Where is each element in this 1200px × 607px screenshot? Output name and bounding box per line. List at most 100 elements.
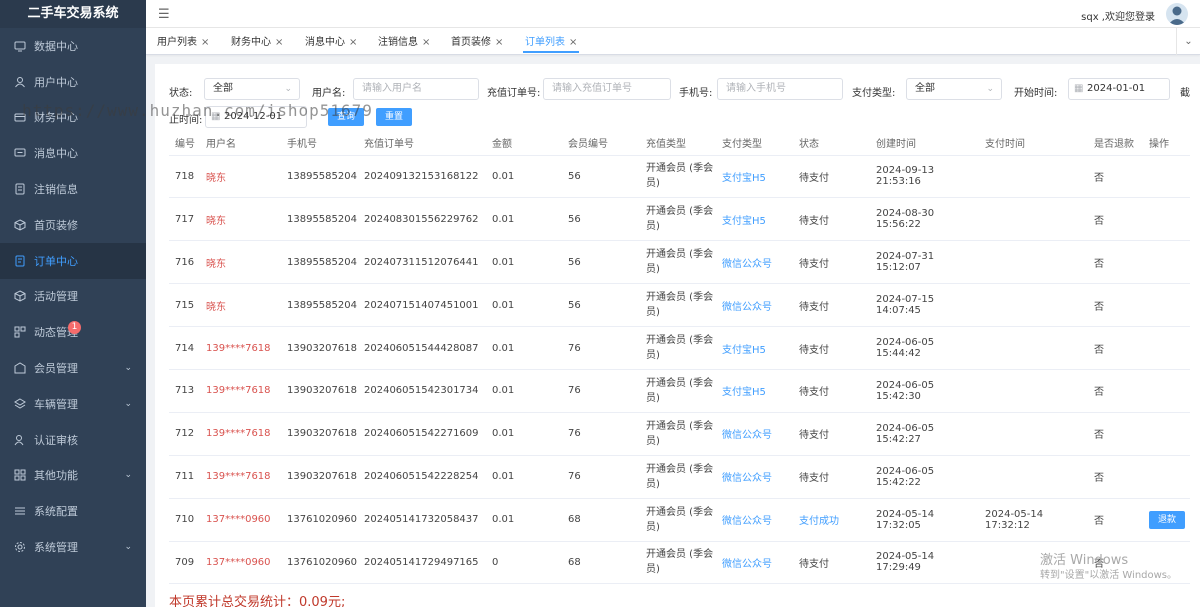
tab-2[interactable]: 消息中心 × (303, 32, 359, 53)
sidebar-item-7[interactable]: 活动管理 (0, 279, 146, 315)
close-icon[interactable]: × (495, 37, 503, 48)
cell-created: 2024-07-31 15:12:07 (870, 240, 979, 285)
sidebar-item-13[interactable]: 系统配置 (0, 493, 146, 529)
cell-member: 56 (562, 155, 640, 199)
cell-created: 2024-05-14 17:32:05 (870, 498, 979, 542)
table-row: 709 137****0960 13761020960 202405141729497… (169, 541, 1190, 585)
cell-type: 开通会员 (季会员) (640, 283, 716, 328)
column-header: 状态 (793, 130, 870, 156)
tab-4[interactable]: 首页装修 × (449, 32, 505, 53)
cell-amount: 0.01 (486, 283, 562, 328)
order-filter-label: 充值订单号: (487, 88, 541, 99)
hamburger-menu-icon[interactable]: ☰ (158, 7, 170, 22)
cell-user[interactable]: 晓东 (200, 283, 281, 328)
cell-paid (979, 455, 1088, 499)
tab-1[interactable]: 财务中心 × (229, 32, 285, 53)
close-icon[interactable]: × (201, 37, 209, 48)
sidebar-item-1[interactable]: 用户中心 (0, 64, 146, 100)
sidebar-item-3[interactable]: 消息中心 (0, 135, 146, 171)
cell-member: 56 (562, 197, 640, 242)
close-icon[interactable]: × (422, 37, 430, 48)
cell-paid (979, 369, 1088, 413)
end-date-picker[interactable]: ▦ 2024-12-01 (205, 106, 307, 128)
sidebar-item-12[interactable]: 其他功能 ⌄ (0, 458, 146, 494)
paytype-select[interactable]: 全部 ⌄ (906, 78, 1002, 100)
cell-user[interactable]: 137****0960 (200, 498, 281, 542)
calendar-icon: ▦ (211, 111, 221, 122)
cell-paid (979, 240, 1088, 285)
cell-user[interactable]: 晓东 (200, 240, 281, 285)
sidebar-item-8[interactable]: 动态管理 1 (0, 314, 146, 350)
chevron-down-icon: ⌄ (124, 398, 132, 409)
cell-pay: 支付宝H5 (716, 326, 793, 370)
cell-action (1143, 197, 1190, 242)
gear-icon (14, 541, 26, 553)
sidebar-item-14[interactable]: 系统管理 ⌄ (0, 529, 146, 565)
cell-user[interactable]: 晓东 (200, 155, 281, 199)
calendar-icon: ▦ (1074, 83, 1084, 94)
close-icon[interactable]: × (569, 37, 577, 48)
cell-user[interactable]: 139****7618 (200, 369, 281, 413)
close-icon[interactable]: × (349, 37, 357, 48)
cell-created: 2024-05-14 17:29:49 (870, 541, 979, 585)
tabs-more-chevron-icon[interactable]: ⌄ (1176, 28, 1200, 55)
welcome-text: sqx ,欢迎您登录 (1081, 12, 1155, 23)
cell-status: 待支付 (793, 197, 870, 242)
cell-amount: 0.01 (486, 240, 562, 285)
top-header: ☰ sqx ,欢迎您登录 (146, 0, 1200, 28)
tab-0[interactable]: 用户列表 × (155, 32, 211, 53)
reset-button[interactable]: 重置 (376, 108, 412, 126)
tab-label: 消息中心 (305, 37, 345, 48)
refund-button[interactable]: 退款 (1149, 510, 1185, 529)
cell-type: 开通会员 (季会员) (640, 498, 716, 542)
chevron-down-icon: ⌄ (124, 363, 132, 374)
orders-table: 编号 用户名 手机号 充值订单号 金额 会员编号 充值类型 支付类型 状态 创建时间 支付时间 是否退… (169, 130, 1190, 585)
cell-phone: 13895585204 (281, 240, 358, 285)
sidebar-item-label: 活动管理 (34, 290, 78, 304)
cell-user[interactable]: 139****7618 (200, 326, 281, 370)
sidebar-item-label: 财务中心 (34, 111, 78, 125)
username-input[interactable]: 请输入用户名 (353, 78, 479, 100)
sidebar-item-6[interactable]: 订单中心 (0, 242, 146, 279)
cell-paid (979, 155, 1088, 199)
chevron-down-icon: ⌄ (124, 542, 132, 553)
cell-user[interactable]: 137****0960 (200, 541, 281, 585)
tab-5[interactable]: 订单列表 × (523, 32, 580, 53)
column-header: 创建时间 (870, 130, 979, 156)
sidebar-item-0[interactable]: 数据中心 (0, 28, 146, 64)
status-select[interactable]: 全部 ⌄ (204, 78, 300, 100)
paytype-select-value: 全部 (915, 83, 935, 94)
cell-refund: 否 (1088, 283, 1143, 328)
cell-user[interactable]: 139****7618 (200, 455, 281, 499)
cell-paid (979, 283, 1088, 328)
sidebar-item-11[interactable]: 认证审核 (0, 422, 146, 458)
cell-user[interactable]: 晓东 (200, 197, 281, 242)
close-icon[interactable]: × (275, 37, 283, 48)
cell-action (1143, 455, 1190, 499)
avatar[interactable] (1166, 3, 1188, 25)
cell-user[interactable]: 139****7618 (200, 412, 281, 456)
cell-refund: 否 (1088, 155, 1143, 199)
sidebar-item-9[interactable]: 会员管理 ⌄ (0, 350, 146, 386)
sidebar-item-2[interactable]: 财务中心 (0, 100, 146, 136)
paytype-filter-label: 支付类型: (852, 88, 896, 99)
start-date-picker[interactable]: ▦ 2024-01-01 (1068, 78, 1170, 100)
chevron-down-icon: ⌄ (124, 470, 132, 481)
search-button[interactable]: 查询 (328, 108, 364, 126)
chat-icon (14, 147, 26, 159)
table-row: 718 晓东 13895585204 202409132153168122 0.01 56… (169, 155, 1190, 199)
phone-input[interactable]: 请输入手机号 (717, 78, 843, 100)
cell-created: 2024-06-05 15:42:30 (870, 369, 979, 413)
tab-3[interactable]: 注销信息 × (376, 32, 432, 53)
cell-status: 待支付 (793, 240, 870, 285)
sidebar-item-5[interactable]: 首页装修 (0, 207, 146, 243)
order-number-input[interactable]: 请输入充值订单号 (543, 78, 671, 100)
sidebar-item-10[interactable]: 车辆管理 ⌄ (0, 386, 146, 422)
sidebar: 二手车交易系统 数据中心 用户中心 财务中心 消息中心 注销信息 首页装修 订单中心 活动管理… (0, 0, 146, 607)
sidebar-item-label: 会员管理 (34, 362, 78, 376)
sidebar-item-label: 订单中心 (34, 254, 78, 268)
table-header-row: 编号 用户名 手机号 充值订单号 金额 会员编号 充值类型 支付类型 状态 创建时间 支付时间 是否退… (169, 130, 1190, 156)
cell-type: 开通会员 (季会员) (640, 455, 716, 499)
table-row: 710 137****0960 13761020960 202405141732058… (169, 498, 1190, 542)
sidebar-item-4[interactable]: 注销信息 (0, 171, 146, 207)
